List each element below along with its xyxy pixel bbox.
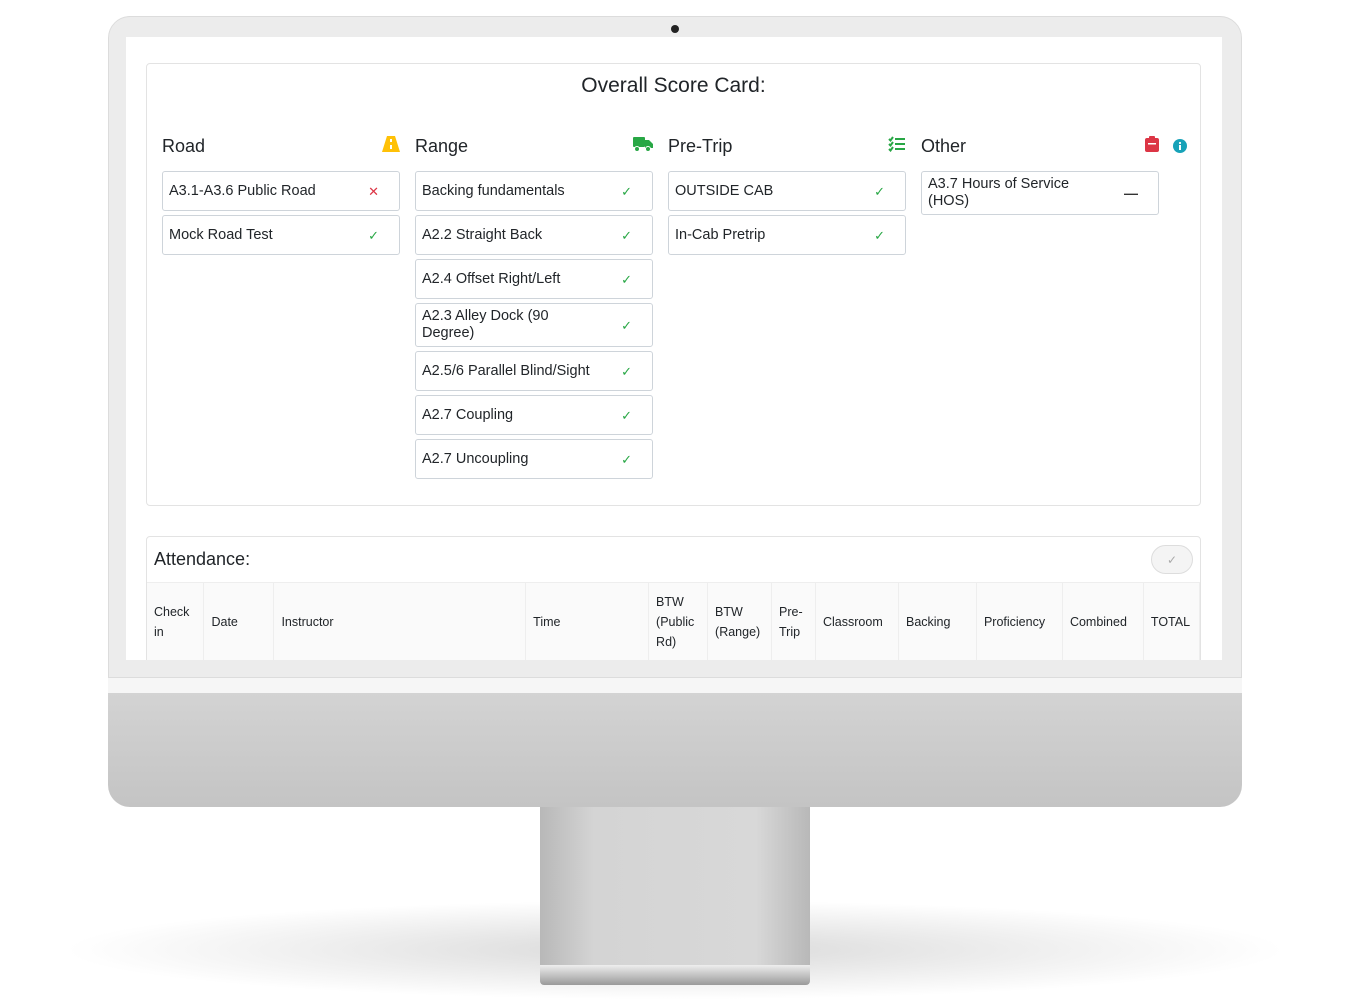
item-label: A2.3 Alley Dock (90 Degree) (422, 308, 549, 341)
score-item[interactable]: A2.7 Uncoupling ✓ (415, 439, 653, 479)
item-label: A3.7 Hours of Service (HOS) (928, 176, 1070, 209)
item-label: A2.2 Straight Back (422, 226, 543, 243)
monitor-foot (540, 965, 810, 985)
check-icon: ✓ (621, 363, 632, 379)
score-item[interactable]: Mock Road Test ✓ (162, 215, 400, 255)
column-road: Road A3.1-A3.6 Public Road ✕ Mock Road Test… (162, 134, 400, 259)
item-label: In-Cab Pretrip (675, 226, 766, 243)
column-other: Other A3.7 Hours of Service (HOS) — (921, 134, 1187, 219)
column-title: Other (921, 135, 967, 156)
column-header[interactable]: Date (203, 582, 275, 660)
score-item[interactable]: A3.1-A3.6 Public Road ✕ (162, 171, 400, 211)
score-item[interactable]: A2.5/6 Parallel Blind/Sight ✓ (415, 351, 653, 391)
item-label: Backing fundamentals (422, 182, 565, 199)
attendance-table: Check in Date Instructor Time BTW (Public Rd… (147, 582, 1200, 660)
road-icon (382, 135, 400, 157)
check-icon: ✓ (368, 227, 379, 243)
column-header[interactable]: BTW (Range) (707, 582, 773, 660)
check-icon: ✓ (621, 271, 632, 287)
column-header[interactable]: Proficiency (976, 582, 1063, 660)
score-item[interactable]: A2.7 Coupling ✓ (415, 395, 653, 435)
score-item[interactable]: In-Cab Pretrip ✓ (668, 215, 906, 255)
monitor-chin (108, 693, 1242, 807)
score-card: Overall Score Card: Road A3.1-A3.6 Public… (146, 63, 1201, 506)
dash-icon: — (1124, 184, 1138, 201)
check-icon: ✓ (621, 451, 632, 467)
clipboard-icon (1145, 135, 1159, 157)
monitor-stand (540, 807, 810, 977)
checklist-icon (888, 135, 906, 157)
x-icon: ✕ (368, 183, 379, 199)
item-label: OUTSIDE CAB (675, 182, 774, 199)
column-header[interactable]: Combined (1062, 582, 1144, 660)
score-item[interactable]: Backing fundamentals ✓ (415, 171, 653, 211)
check-icon: ✓ (621, 407, 632, 423)
check-icon: ✓ (621, 227, 632, 243)
item-label: A2.5/6 Parallel Blind/Sight (422, 362, 590, 379)
page-title: Overall Score Card: (581, 74, 766, 97)
check-toggle[interactable]: ✓ (1151, 545, 1193, 574)
score-item[interactable]: OUTSIDE CAB ✓ (668, 171, 906, 211)
check-icon: ✓ (1166, 552, 1178, 567)
score-item[interactable]: A2.4 Offset Right/Left ✓ (415, 259, 653, 299)
score-item[interactable]: A3.7 Hours of Service (HOS) — (921, 171, 1159, 215)
column-range: Range Backing fundamentals ✓ A2.2 Straight … (415, 134, 653, 483)
item-label: A2.4 Offset Right/Left (422, 270, 561, 287)
column-pre-trip: Pre-Trip OUTSIDE CAB ✓ In-Cab Pretrip ✓ (668, 134, 906, 259)
attendance-title: Attendance: (154, 549, 251, 569)
check-icon: ✓ (874, 183, 885, 199)
column-header[interactable]: Time (525, 582, 650, 660)
column-header[interactable]: TOTAL (1143, 582, 1200, 660)
column-header[interactable]: BTW (Public Rd) (648, 582, 709, 660)
column-header[interactable]: Instructor (273, 582, 527, 660)
score-item[interactable]: A2.2 Straight Back ✓ (415, 215, 653, 255)
column-title: Range (415, 135, 469, 156)
column-header[interactable]: Backing (898, 582, 977, 660)
column-title: Pre-Trip (668, 135, 733, 156)
item-label: A2.7 Uncoupling (422, 450, 529, 467)
score-item[interactable]: A2.3 Alley Dock (90 Degree) ✓ (415, 303, 653, 347)
check-icon: ✓ (874, 227, 885, 243)
column-header[interactable]: Check in (147, 582, 205, 660)
item-label: A2.7 Coupling (422, 406, 514, 423)
check-icon: ✓ (621, 317, 632, 333)
item-label: A3.1-A3.6 Public Road (169, 182, 316, 199)
info-icon[interactable] (1173, 139, 1187, 158)
item-label: Mock Road Test (169, 226, 273, 243)
truck-icon (633, 136, 653, 157)
attendance-card: Attendance: ✓ Check in Date Instructor Time… (146, 536, 1201, 660)
bezel-gap (108, 678, 1242, 693)
column-title: Road (162, 135, 206, 156)
column-header[interactable]: Classroom (815, 582, 899, 660)
camera (671, 25, 679, 33)
check-icon: ✓ (621, 183, 632, 199)
screen: Overall Score Card: Road A3.1-A3.6 Public… (126, 37, 1222, 660)
column-header[interactable]: Pre-Trip (771, 582, 816, 660)
